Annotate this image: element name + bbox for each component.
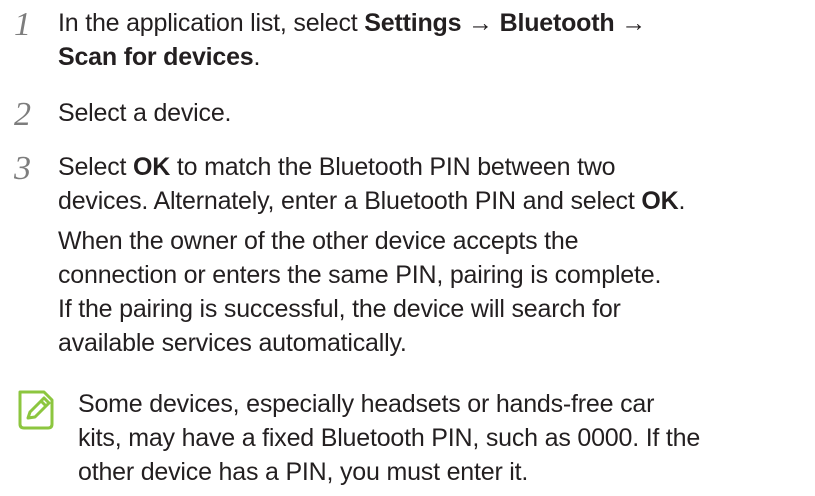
paragraph-line: connection or enters the same PIN, pairi…: [58, 261, 662, 289]
step-text: Select: [58, 153, 134, 181]
step-text: .: [678, 187, 686, 215]
paragraph-line: available services automatically.: [58, 329, 407, 357]
menu-path-settings: Settings: [364, 9, 462, 37]
step-number: 2: [14, 96, 31, 133]
note-line: Some devices, especially headsets or han…: [78, 390, 655, 418]
step-number: 1: [14, 6, 31, 43]
arrow-separator: →: [614, 9, 646, 37]
menu-path-bluetooth: Bluetooth: [499, 9, 615, 37]
menu-path-scan-for-devices: Scan for devices: [58, 43, 254, 71]
step-number: 3: [14, 150, 31, 187]
step-text: In the application list, select: [58, 9, 365, 37]
paragraph-line: If the pairing is successful, the device…: [58, 295, 621, 323]
step-text: Select a device.: [58, 99, 232, 127]
step-text-line: Scan for devices.: [58, 40, 808, 74]
step-text: devices. Alternately, enter a Bluetooth …: [58, 187, 642, 215]
step-text-line: devices. Alternately, enter a Bluetooth …: [58, 184, 808, 218]
note-text: Some devices, especially headsets or han…: [78, 387, 700, 489]
step-text-line: In the application list, select Settings…: [58, 6, 808, 40]
manual-page: 1 In the application list, select Settin…: [0, 0, 815, 496]
ok-label: OK: [641, 187, 679, 215]
note-pencil-icon: [18, 390, 54, 430]
step-text-line: Select OK to match the Bluetooth PIN bet…: [58, 150, 808, 184]
arrow-separator: →: [461, 9, 500, 37]
ok-label: OK: [133, 153, 171, 181]
step-text: to match the Bluetooth PIN between two: [170, 153, 616, 181]
step-text: .: [253, 43, 261, 71]
paragraph-line: When the owner of the other device accep…: [58, 227, 579, 255]
note-line: other device has a PIN, you must enter i…: [78, 458, 529, 486]
note-line: kits, may have a fixed Bluetooth PIN, su…: [78, 424, 701, 452]
